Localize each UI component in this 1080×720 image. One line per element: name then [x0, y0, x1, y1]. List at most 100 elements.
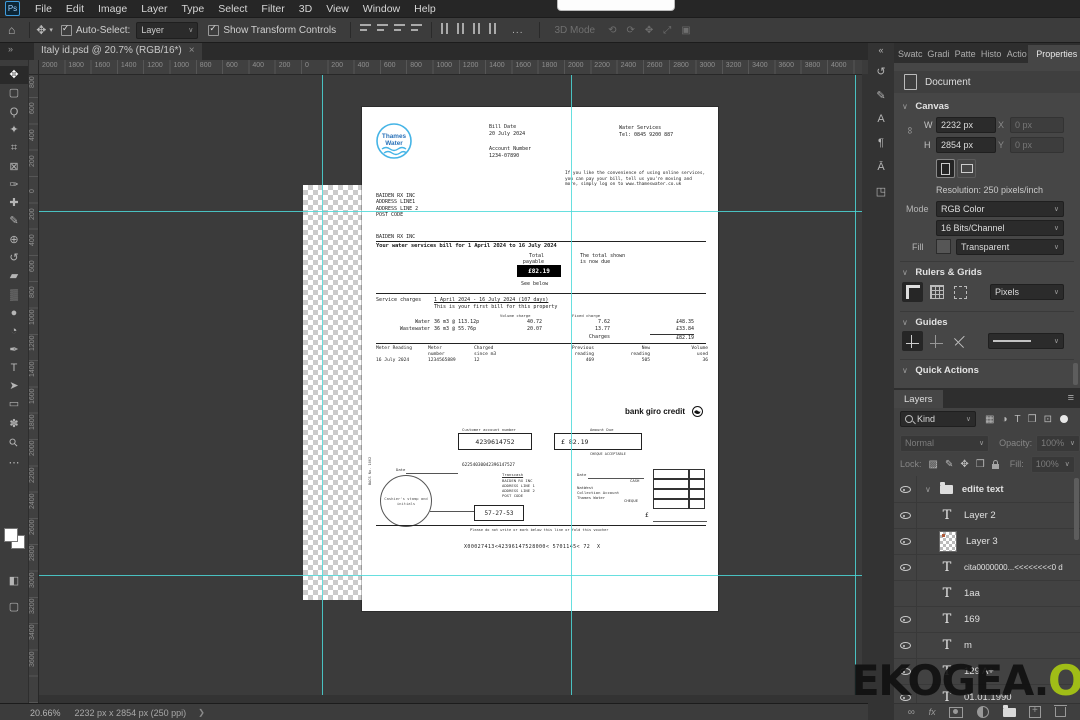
more-options-icon[interactable]: ...: [512, 25, 523, 36]
toggle-snap-button[interactable]: [950, 282, 971, 302]
quick-mask-icon[interactable]: ◧: [0, 572, 28, 590]
visibility-cell[interactable]: [894, 502, 917, 528]
layer-row[interactable]: Tcita0000000...<<<<<<<<0 d: [894, 554, 1080, 581]
move-tool[interactable]: ✥: [0, 66, 28, 84]
menu-select[interactable]: Select: [211, 3, 254, 15]
chevron-down-icon[interactable]: ∨: [902, 102, 908, 111]
menu-3d[interactable]: 3D: [292, 3, 319, 15]
layer-filter-dropdown[interactable]: Kind ∨: [900, 411, 976, 427]
x-field[interactable]: 0 px: [1010, 117, 1064, 133]
layers-scrollbar[interactable]: [1074, 478, 1079, 540]
visibility-cell[interactable]: [894, 554, 917, 580]
fill-dropdown[interactable]: Transparent ∨: [956, 239, 1064, 255]
visibility-cell[interactable]: [894, 476, 917, 502]
tab-swatc[interactable]: Swatc: [894, 45, 923, 63]
delete-layer-icon[interactable]: [1054, 704, 1068, 717]
guide-vertical-2[interactable]: [571, 74, 572, 703]
layer-row[interactable]: T 129 A+: [894, 658, 1080, 685]
distribute-left-icon[interactable]: [489, 23, 500, 34]
home-icon[interactable]: ⌂: [8, 23, 15, 37]
lock-transparent-icon[interactable]: ▨: [929, 459, 938, 470]
guide-horizontal-2[interactable]: [38, 575, 862, 576]
shape-tool[interactable]: ▭: [0, 395, 28, 413]
path-selection-tool[interactable]: ➤: [0, 377, 28, 395]
auto-select-dropdown[interactable]: Layer ∨: [136, 21, 199, 39]
tab-properties[interactable]: Properties: [1028, 45, 1080, 63]
paragraph-panel-icon[interactable]: ¶: [868, 137, 894, 149]
filter-smart-object-icon[interactable]: ⊡: [1044, 414, 1052, 425]
y-field[interactable]: 0 px: [1010, 137, 1064, 153]
layer-row[interactable]: T 1aa: [894, 580, 1080, 607]
blend-mode-dropdown[interactable]: Normal ∨: [900, 434, 990, 452]
layer-row[interactable]: ∨ edite text: [894, 476, 1080, 503]
guide-horizontal-1[interactable]: [38, 211, 862, 212]
blur-tool[interactable]: ●: [0, 304, 28, 322]
menu-image[interactable]: Image: [91, 3, 134, 15]
horizontal-ruler[interactable]: 2000 1800 1600 1400 1200 1000 800 600 400 200 0 200…: [38, 60, 862, 75]
portrait-orientation-button[interactable]: [936, 159, 955, 178]
camera-3d-icon[interactable]: ▣: [681, 25, 690, 36]
horizontal-scrollbar[interactable]: [38, 695, 862, 703]
show-transform-checkbox[interactable]: [208, 23, 220, 36]
distribute-top-icon[interactable]: [441, 23, 452, 34]
new-layer-icon[interactable]: [1029, 705, 1042, 718]
layer-row[interactable]: T 169: [894, 606, 1080, 633]
eye-icon[interactable]: [899, 510, 911, 520]
status-chevron-icon[interactable]: ❯: [198, 708, 205, 717]
guide-vertical-3[interactable]: [855, 74, 856, 703]
marquee-tool[interactable]: ▢: [0, 84, 28, 102]
eye-icon[interactable]: [899, 666, 911, 676]
close-tab-icon[interactable]: ×: [189, 45, 195, 56]
menu-view[interactable]: View: [319, 3, 356, 15]
slide-3d-icon[interactable]: ⤢: [663, 25, 671, 36]
toggle-guides-button[interactable]: [902, 331, 923, 351]
chevron-down-icon[interactable]: ∨: [925, 485, 931, 494]
lasso-tool[interactable]: Ϙ: [0, 103, 28, 121]
canvas-viewport[interactable]: Thames Water Bill Date 20 July 2024 Acco…: [38, 74, 862, 703]
bill-document[interactable]: Thames Water Bill Date 20 July 2024 Acco…: [362, 107, 718, 611]
filter-image-icon[interactable]: ▦: [985, 414, 994, 425]
screen-mode-icon[interactable]: ▢: [0, 598, 28, 616]
fill-dropdown[interactable]: 100% ∨: [1030, 455, 1075, 473]
eye-icon[interactable]: [899, 536, 911, 546]
tab-patte[interactable]: Patte: [951, 45, 977, 63]
menu-file[interactable]: File: [28, 3, 59, 15]
align-right-icon[interactable]: [394, 23, 406, 34]
pen-tool[interactable]: ✒: [0, 341, 28, 359]
layer-row[interactable]: T Layer 2: [894, 502, 1080, 529]
visibility-cell[interactable]: [894, 528, 917, 554]
align-center-h-icon[interactable]: [377, 23, 389, 34]
visibility-cell[interactable]: [894, 580, 917, 606]
history-panel-icon[interactable]: ↺: [868, 65, 894, 78]
eyedropper-tool[interactable]: ✑: [0, 176, 28, 194]
tab-histo[interactable]: Histo: [977, 45, 1003, 63]
pan-3d-icon[interactable]: ✥: [645, 25, 653, 36]
lock-all-icon[interactable]: [991, 459, 999, 469]
lock-pixels-icon[interactable]: ✎: [945, 459, 953, 470]
toolbar-collapse-icon[interactable]: »: [8, 44, 13, 54]
visibility-cell[interactable]: [894, 632, 917, 658]
type-tool[interactable]: T: [0, 359, 28, 377]
units-dropdown[interactable]: Pixels ∨: [990, 284, 1064, 300]
guide-vertical-1[interactable]: [322, 74, 323, 703]
eye-icon[interactable]: [899, 614, 911, 624]
crop-tool[interactable]: ⌗: [0, 139, 28, 157]
layers-tab[interactable]: Layers: [894, 390, 943, 408]
clear-guides-button[interactable]: [950, 331, 971, 351]
auto-select-checkbox[interactable]: [60, 23, 72, 36]
eye-icon[interactable]: [899, 484, 911, 494]
menu-type[interactable]: Type: [174, 3, 211, 15]
tab-actio[interactable]: Actio: [1003, 45, 1028, 63]
healing-brush-tool[interactable]: ✚: [0, 194, 28, 212]
guide-style-dropdown[interactable]: ∨: [988, 333, 1064, 349]
eye-icon[interactable]: [899, 692, 911, 702]
move-tool-icon[interactable]: ✥: [36, 23, 46, 37]
layer-row[interactable]: Tm: [894, 632, 1080, 659]
chevron-down-icon[interactable]: ∨: [902, 268, 908, 277]
quick-selection-tool[interactable]: ✦: [0, 121, 28, 139]
chevron-down-icon[interactable]: ∨: [902, 366, 908, 375]
align-left-icon[interactable]: [360, 23, 372, 34]
layer-effects-icon[interactable]: fx: [929, 707, 936, 717]
fill-swatch[interactable]: [936, 239, 951, 254]
libraries-panel-icon[interactable]: ◳: [868, 185, 894, 198]
